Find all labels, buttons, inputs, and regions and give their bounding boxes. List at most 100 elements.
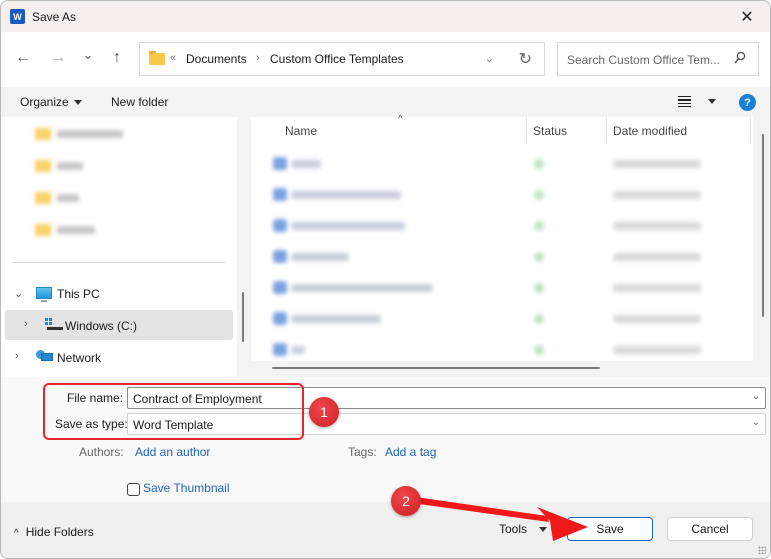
authors-label: Authors:	[79, 445, 124, 459]
dialog-footer	[1, 502, 770, 558]
organize-label: Organize	[20, 95, 69, 109]
add-tag-link[interactable]: Add a tag	[385, 445, 436, 459]
save-thumbnail-label[interactable]: Save Thumbnail	[143, 481, 230, 495]
arrow-up-icon: ↑	[113, 49, 121, 66]
navigation-pane: ⌄ This PC › Windows (C:) › Network	[1, 117, 237, 377]
help-icon[interactable]: ?	[739, 94, 756, 111]
search-icon[interactable]	[734, 51, 746, 65]
network-icon	[36, 350, 53, 364]
cancel-button[interactable]: Cancel	[667, 517, 753, 541]
blurred-folder-item[interactable]	[35, 192, 79, 204]
file-list-vertical-scroll-thumb[interactable]	[762, 134, 764, 317]
file-row[interactable]	[251, 178, 753, 209]
file-list-horizontal-scroll-thumb[interactable]	[272, 367, 600, 369]
file-row[interactable]	[251, 209, 753, 240]
file-row[interactable]	[251, 302, 753, 333]
resize-grip-icon[interactable]	[758, 546, 766, 554]
title-bar: W Save As ✕	[1, 1, 770, 32]
recent-locations-button[interactable]: ⌄	[76, 43, 100, 67]
annotation-badge-1: 1	[309, 397, 339, 427]
chevron-down-icon[interactable]: ⌄	[752, 391, 760, 402]
save-button[interactable]: Save	[567, 517, 653, 541]
chevron-right-icon[interactable]: ›	[24, 318, 28, 330]
file-row[interactable]	[251, 271, 753, 302]
address-dropdown-icon[interactable]: ⌄	[485, 52, 494, 65]
blurred-folder-item[interactable]	[35, 160, 83, 172]
blurred-folder-item[interactable]	[35, 128, 123, 140]
sync-status-icon	[534, 190, 544, 200]
view-details-icon[interactable]	[678, 96, 691, 107]
navigation-pane-scroll-thumb[interactable]	[242, 292, 244, 342]
column-header-status[interactable]: Status	[533, 117, 567, 143]
hide-folders-button[interactable]: ^ Hide Folders	[14, 525, 94, 539]
back-button[interactable]: ←	[11, 46, 35, 70]
folder-icon	[35, 128, 51, 140]
hide-folders-label: Hide Folders	[25, 525, 94, 539]
sync-status-icon	[534, 345, 544, 355]
pane-divider	[12, 262, 226, 263]
chevron-right-icon[interactable]: ›	[15, 350, 19, 362]
tree-label: This PC	[57, 287, 100, 301]
sync-status-icon	[534, 252, 544, 262]
forward-button[interactable]: →	[46, 46, 70, 70]
refresh-icon[interactable]: ↻	[519, 49, 532, 69]
new-folder-button[interactable]: New folder	[111, 95, 168, 109]
sync-status-icon	[534, 159, 544, 169]
search-input[interactable]: Search Custom Office Tem...	[557, 42, 759, 76]
breadcrumb-documents[interactable]: Documents	[186, 52, 247, 66]
close-icon: ✕	[740, 8, 754, 26]
blurred-folder-item[interactable]	[35, 224, 95, 236]
window-title: Save As	[32, 10, 77, 24]
sort-ascending-icon: ^	[398, 114, 403, 125]
tree-item-this-pc[interactable]: ⌄ This PC	[5, 278, 233, 308]
breadcrumb-overflow-icon[interactable]: «	[170, 52, 176, 64]
column-header-date-modified[interactable]: Date modified	[613, 117, 687, 143]
sync-status-icon	[534, 283, 544, 293]
column-divider[interactable]	[526, 117, 527, 143]
tree-label: Windows (C:)	[65, 319, 138, 333]
close-button[interactable]: ✕	[724, 1, 770, 32]
breadcrumb-custom-office-templates[interactable]: Custom Office Templates	[270, 52, 404, 66]
sync-status-icon	[534, 314, 544, 324]
chevron-down-icon: ⌄	[82, 47, 94, 62]
folder-icon	[149, 51, 165, 65]
folder-icon	[35, 224, 51, 236]
word-file-icon	[273, 281, 287, 294]
column-divider[interactable]	[750, 117, 751, 143]
file-list-horizontal-scrollbar[interactable]	[251, 361, 753, 377]
chevron-down-icon[interactable]: ⌄	[14, 287, 23, 300]
save-as-dialog: W Save As ✕ ← → ⌄ ↑ « Documents › Custom…	[0, 0, 771, 559]
sync-status-icon	[534, 221, 544, 231]
chevron-down-icon[interactable]: ⌄	[752, 417, 760, 428]
file-row[interactable]	[251, 240, 753, 271]
tags-label: Tags:	[348, 445, 377, 459]
word-file-icon	[273, 312, 287, 325]
chevron-up-icon: ^	[14, 528, 19, 539]
tree-item-windows-c[interactable]: › Windows (C:)	[5, 310, 233, 340]
save-thumbnail-checkbox[interactable]	[127, 483, 140, 496]
file-list: Name Status Date modified	[251, 117, 753, 361]
arrow-left-icon: ←	[15, 49, 31, 66]
word-file-icon	[273, 219, 287, 232]
file-list-vertical-scrollbar[interactable]	[753, 117, 769, 361]
breadcrumb-separator-icon[interactable]: ›	[256, 52, 260, 64]
file-row[interactable]	[251, 333, 753, 364]
tools-menu-button[interactable]: Tools	[499, 522, 548, 536]
organize-menu-button[interactable]: Organize	[20, 95, 82, 109]
up-button[interactable]: ↑	[105, 46, 129, 70]
annotation-highlight-box	[43, 383, 304, 440]
add-author-link[interactable]: Add an author	[135, 445, 210, 459]
column-header-name[interactable]: Name	[285, 117, 317, 143]
word-app-icon: W	[10, 9, 28, 24]
caret-down-icon	[539, 527, 548, 533]
drive-icon	[45, 318, 63, 332]
computer-icon	[36, 287, 52, 302]
file-row[interactable]	[251, 147, 753, 178]
word-file-icon	[273, 250, 287, 263]
column-divider[interactable]	[606, 117, 607, 143]
address-bar[interactable]: « Documents › Custom Office Templates ⌄ …	[139, 42, 545, 76]
tree-item-network[interactable]: › Network	[5, 342, 233, 372]
view-options-caret-icon[interactable]	[708, 99, 716, 104]
tools-label: Tools	[499, 522, 528, 536]
command-bar: Organize New folder ?	[1, 87, 770, 117]
